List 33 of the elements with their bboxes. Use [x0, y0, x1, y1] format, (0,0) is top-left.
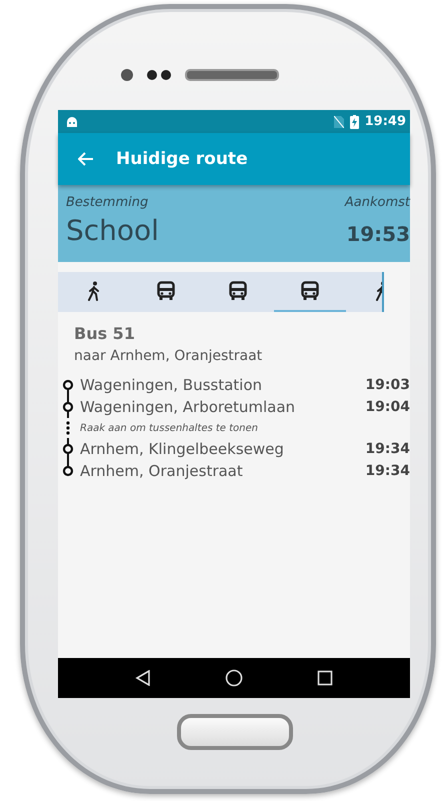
- stop-name: Wageningen, Arboretumlaan: [80, 398, 296, 416]
- stop-name: Wageningen, Busstation: [80, 376, 264, 394]
- back-button[interactable]: [78, 152, 94, 166]
- bus-icon: [301, 281, 319, 301]
- stop-time: 19:03: [365, 377, 410, 393]
- leg-title: Bus 51: [74, 324, 136, 343]
- stop-name: Arnhem, Oranjestraat: [80, 462, 244, 480]
- show-stops-hint[interactable]: Raak aan om tussenhaltes te tonen: [80, 422, 258, 434]
- bus-icon: [157, 281, 175, 301]
- home-nav-button[interactable]: [225, 669, 243, 687]
- stop-marker-icon: [62, 396, 74, 418]
- no-sim-icon: [334, 116, 344, 128]
- stop-time: 19:34: [365, 463, 410, 479]
- walking-person-icon: [87, 281, 101, 301]
- bus-icon: [229, 281, 247, 301]
- destination-name: School: [66, 214, 159, 247]
- stop-name: Arnhem, Klingelbeekseweg: [80, 440, 285, 458]
- stop-time: 19:04: [365, 399, 410, 415]
- leg-direction: naar Arnhem, Oranjestraat: [74, 348, 264, 364]
- sensor-icon: [147, 70, 171, 80]
- clock-text: 19:49: [364, 114, 406, 129]
- screen-title: Huidige route: [116, 149, 248, 169]
- destination-label: Bestemming: [66, 195, 150, 210]
- arrival-time: 19:53: [346, 222, 410, 246]
- recents-nav-button[interactable]: [317, 670, 333, 686]
- back-nav-button[interactable]: [135, 670, 151, 686]
- android-icon: [66, 116, 78, 126]
- stop-marker-icon: [62, 438, 74, 460]
- arrival-label: Aankomst: [344, 195, 410, 210]
- home-button[interactable]: [176, 714, 292, 750]
- stop-time: 19:34: [365, 441, 410, 457]
- camera-icon: [121, 68, 133, 80]
- battery-charging-icon: [350, 114, 359, 128]
